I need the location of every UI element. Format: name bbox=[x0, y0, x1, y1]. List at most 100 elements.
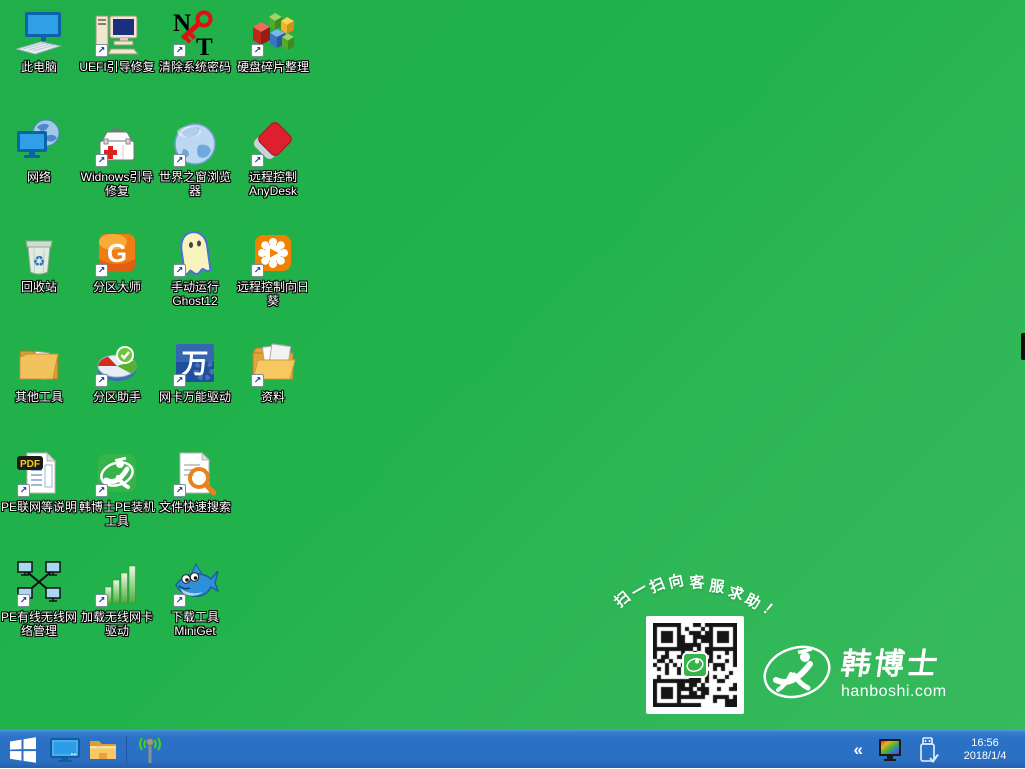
start-button[interactable] bbox=[0, 731, 46, 769]
shortcut-arrow-icon: ↗ bbox=[95, 44, 108, 57]
desktop-icon-recycle-bin[interactable]: ♻ 回收站 bbox=[0, 229, 78, 294]
system-tray: « 16:56 2018/1/4 bbox=[846, 731, 1025, 769]
diskgenius-icon: G ↗ bbox=[93, 229, 141, 277]
toolbox-icon: ↗ bbox=[93, 119, 141, 167]
icon-label: 网卡万能驱动 bbox=[154, 390, 236, 404]
network-topology-icon: ↗ bbox=[15, 559, 63, 607]
tray-overflow-button[interactable]: « bbox=[846, 731, 871, 769]
shortcut-arrow-icon: ↗ bbox=[251, 154, 264, 167]
qr-caption-char: ！ bbox=[758, 598, 783, 624]
shortcut-arrow-icon: ↗ bbox=[173, 594, 186, 607]
desktop-icon-disk-defrag[interactable]: ↗ 硬盘碎片整理 bbox=[234, 9, 312, 74]
folder-icon bbox=[88, 737, 118, 763]
windows-logo-icon bbox=[10, 737, 36, 763]
shortcut-arrow-icon: ↗ bbox=[173, 484, 186, 497]
edge-panel-handle[interactable] bbox=[1021, 333, 1025, 360]
shortcut-arrow-icon: ↗ bbox=[173, 264, 186, 277]
file-search-icon: ↗ bbox=[171, 449, 219, 497]
desktop-icon-miniget-downloader[interactable]: ↗ 下载工具MiniGet bbox=[156, 559, 234, 638]
svg-text:PDF: PDF bbox=[20, 459, 40, 470]
desktop-icon-clear-system-password[interactable]: NT ↗ 清除系统密码 bbox=[156, 9, 234, 74]
documents-folder-icon: ↗ bbox=[249, 339, 297, 387]
desktop-icon-partition-master[interactable]: G ↗ 分区大师 bbox=[78, 229, 156, 294]
recycle-bin-icon: ♻ bbox=[15, 229, 63, 277]
desktop-icon-network[interactable]: 网络 bbox=[0, 119, 78, 184]
desktop[interactable]: 此电脑 网络 ♻ 回收站 其他工具 PDF ↗ PE联网等说明 ↗ PE有线无线… bbox=[0, 0, 1025, 768]
icon-label: UEFI引导修复 bbox=[76, 60, 158, 74]
icon-label: 清除系统密码 bbox=[154, 60, 236, 74]
desktop-icon-data-folder[interactable]: ↗ 资料 bbox=[234, 339, 312, 404]
desktop-icon-pe-network-guide[interactable]: PDF ↗ PE联网等说明 bbox=[0, 449, 78, 514]
icon-label: 远程控制向日葵 bbox=[232, 280, 314, 308]
desktop-icon-universal-nic-driver[interactable]: 万 ↗ 网卡万能驱动 bbox=[156, 339, 234, 404]
brand-text-block: 韩博士 hanboshi.com bbox=[841, 648, 947, 701]
desktop-icon-wireless-nic-driver[interactable]: ↗ 加载无线网卡驱动 bbox=[78, 559, 156, 638]
globe-browser-icon: ↗ bbox=[171, 119, 219, 167]
shortcut-arrow-icon: ↗ bbox=[173, 374, 186, 387]
icon-label: 分区助手 bbox=[76, 390, 158, 404]
desktop-icon-hanboshi-pe-installer[interactable]: ↗ 韩博士PE装机工具 bbox=[78, 449, 156, 528]
shortcut-arrow-icon: ↗ bbox=[251, 44, 264, 57]
shortcut-arrow-icon: ↗ bbox=[95, 154, 108, 167]
icon-label: 世界之窗浏览器 bbox=[154, 170, 236, 198]
qr-caption-char: 向 bbox=[666, 569, 685, 593]
shortcut-arrow-icon: ↗ bbox=[95, 594, 108, 607]
pdf-document-icon: PDF ↗ bbox=[15, 449, 63, 497]
brand-name: 韩博士 bbox=[839, 648, 949, 682]
desktop-icon-other-tools[interactable]: 其他工具 bbox=[0, 339, 78, 404]
desktop-icon-this-pc[interactable]: 此电脑 bbox=[0, 9, 78, 74]
desktop-icon-windows-boot-repair[interactable]: ↗ Widnows引导修复 bbox=[78, 119, 156, 198]
desktop-icon-pe-wired-wireless-mgmt[interactable]: ↗ PE有线无线网络管理 bbox=[0, 559, 78, 638]
taskbar: « 16:56 2018/1/4 bbox=[0, 730, 1025, 768]
legacy-pc-icon: ↗ bbox=[93, 9, 141, 57]
desktop-icon-sunlogin-remote[interactable]: ↗ 远程控制向日葵 bbox=[234, 229, 312, 308]
taskbar-clock[interactable]: 16:56 2018/1/4 bbox=[947, 737, 1025, 763]
svg-text:♻: ♻ bbox=[33, 254, 46, 270]
qr-caption-char: 服 bbox=[708, 575, 725, 598]
desktop-icon-uefi-boot-repair[interactable]: ↗ UEFI引导修复 bbox=[78, 9, 156, 74]
taskbar-separator bbox=[126, 736, 127, 764]
desktop-icon-file-quick-search[interactable]: ↗ 文件快速搜索 bbox=[156, 449, 234, 514]
signal-bars-icon: ↗ bbox=[93, 559, 141, 607]
desktop-icon-partition-assistant[interactable]: ↗ 分区助手 bbox=[78, 339, 156, 404]
icon-label: 远程控制AnyDesk bbox=[232, 170, 314, 198]
shortcut-arrow-icon: ↗ bbox=[95, 374, 108, 387]
qr-center-logo bbox=[682, 652, 708, 678]
tray-display-button[interactable] bbox=[871, 731, 909, 769]
icon-label: 其他工具 bbox=[0, 390, 80, 404]
desktop-icon-run-ghost12[interactable]: ↗ 手动运行Ghost12 bbox=[156, 229, 234, 308]
svg-text:T: T bbox=[196, 34, 213, 57]
icon-label: 手动运行Ghost12 bbox=[154, 280, 236, 308]
taskbar-network-antenna-button[interactable] bbox=[131, 731, 169, 769]
antenna-icon bbox=[133, 735, 167, 765]
clock-time: 16:56 bbox=[953, 737, 1017, 750]
display-rainbow-icon bbox=[877, 738, 903, 762]
anydesk-diamond-icon: ↗ bbox=[249, 119, 297, 167]
ghost-icon: ↗ bbox=[171, 229, 219, 277]
colored-cubes-icon: ↗ bbox=[249, 9, 297, 57]
this-pc-icon bbox=[15, 9, 63, 57]
desktop-icon-theworld-browser[interactable]: ↗ 世界之窗浏览器 bbox=[156, 119, 234, 198]
icon-label: 韩博士PE装机工具 bbox=[76, 500, 158, 528]
hanboshi-app-icon: ↗ bbox=[93, 449, 141, 497]
usb-drive-icon bbox=[916, 736, 940, 764]
shortcut-arrow-icon: ↗ bbox=[251, 264, 264, 277]
icon-label: 网络 bbox=[0, 170, 80, 184]
clock-date: 2018/1/4 bbox=[953, 750, 1017, 763]
desktop-icon-anydesk-remote[interactable]: ↗ 远程控制AnyDesk bbox=[234, 119, 312, 198]
taskbar-file-explorer-button[interactable] bbox=[84, 731, 122, 769]
wan-driver-icon: 万 ↗ bbox=[171, 339, 219, 387]
icon-label: 下载工具MiniGet bbox=[154, 610, 236, 638]
tray-usb-button[interactable] bbox=[909, 731, 947, 769]
shortcut-arrow-icon: ↗ bbox=[251, 374, 264, 387]
shortcut-arrow-icon: ↗ bbox=[173, 154, 186, 167]
shortcut-arrow-icon: ↗ bbox=[173, 44, 186, 57]
icon-label: 加载无线网卡驱动 bbox=[76, 610, 158, 638]
shortcut-arrow-icon: ↗ bbox=[95, 484, 108, 497]
network-icon bbox=[15, 119, 63, 167]
taskbar-this-pc-button[interactable] bbox=[46, 731, 84, 769]
icon-label: 此电脑 bbox=[0, 60, 80, 74]
icon-label: 资料 bbox=[232, 390, 314, 404]
shortcut-arrow-icon: ↗ bbox=[17, 484, 30, 497]
icon-label: 硬盘碎片整理 bbox=[232, 60, 314, 74]
